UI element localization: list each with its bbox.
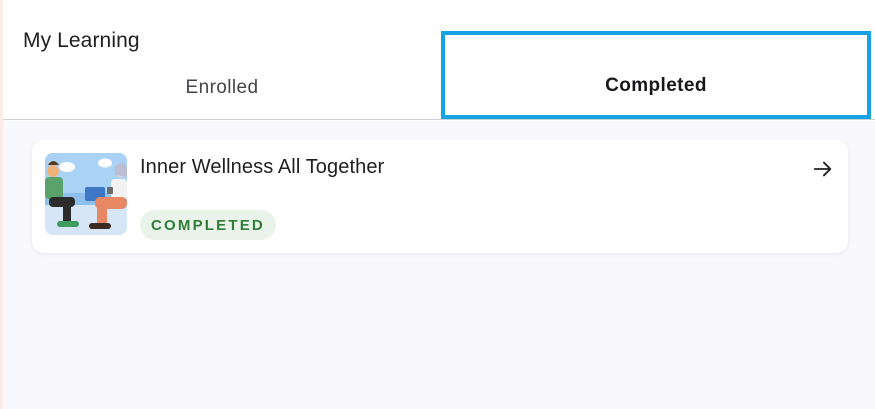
status-badge: COMPLETED [140, 210, 276, 240]
tab-completed-label: Completed [605, 75, 707, 96]
tab-completed[interactable]: Completed [441, 31, 871, 119]
tab-enrolled[interactable]: Enrolled [3, 31, 441, 119]
page-header: My Learning Enrolled Completed [3, 0, 875, 120]
course-thumbnail [45, 153, 127, 235]
tab-enrolled-label: Enrolled [185, 77, 259, 98]
course-title: Inner Wellness All Together [140, 156, 385, 178]
course-list: Inner Wellness All Together COMPLETED [3, 121, 875, 409]
arrow-right-icon[interactable] [810, 156, 836, 182]
course-card[interactable]: Inner Wellness All Together COMPLETED [32, 140, 848, 253]
